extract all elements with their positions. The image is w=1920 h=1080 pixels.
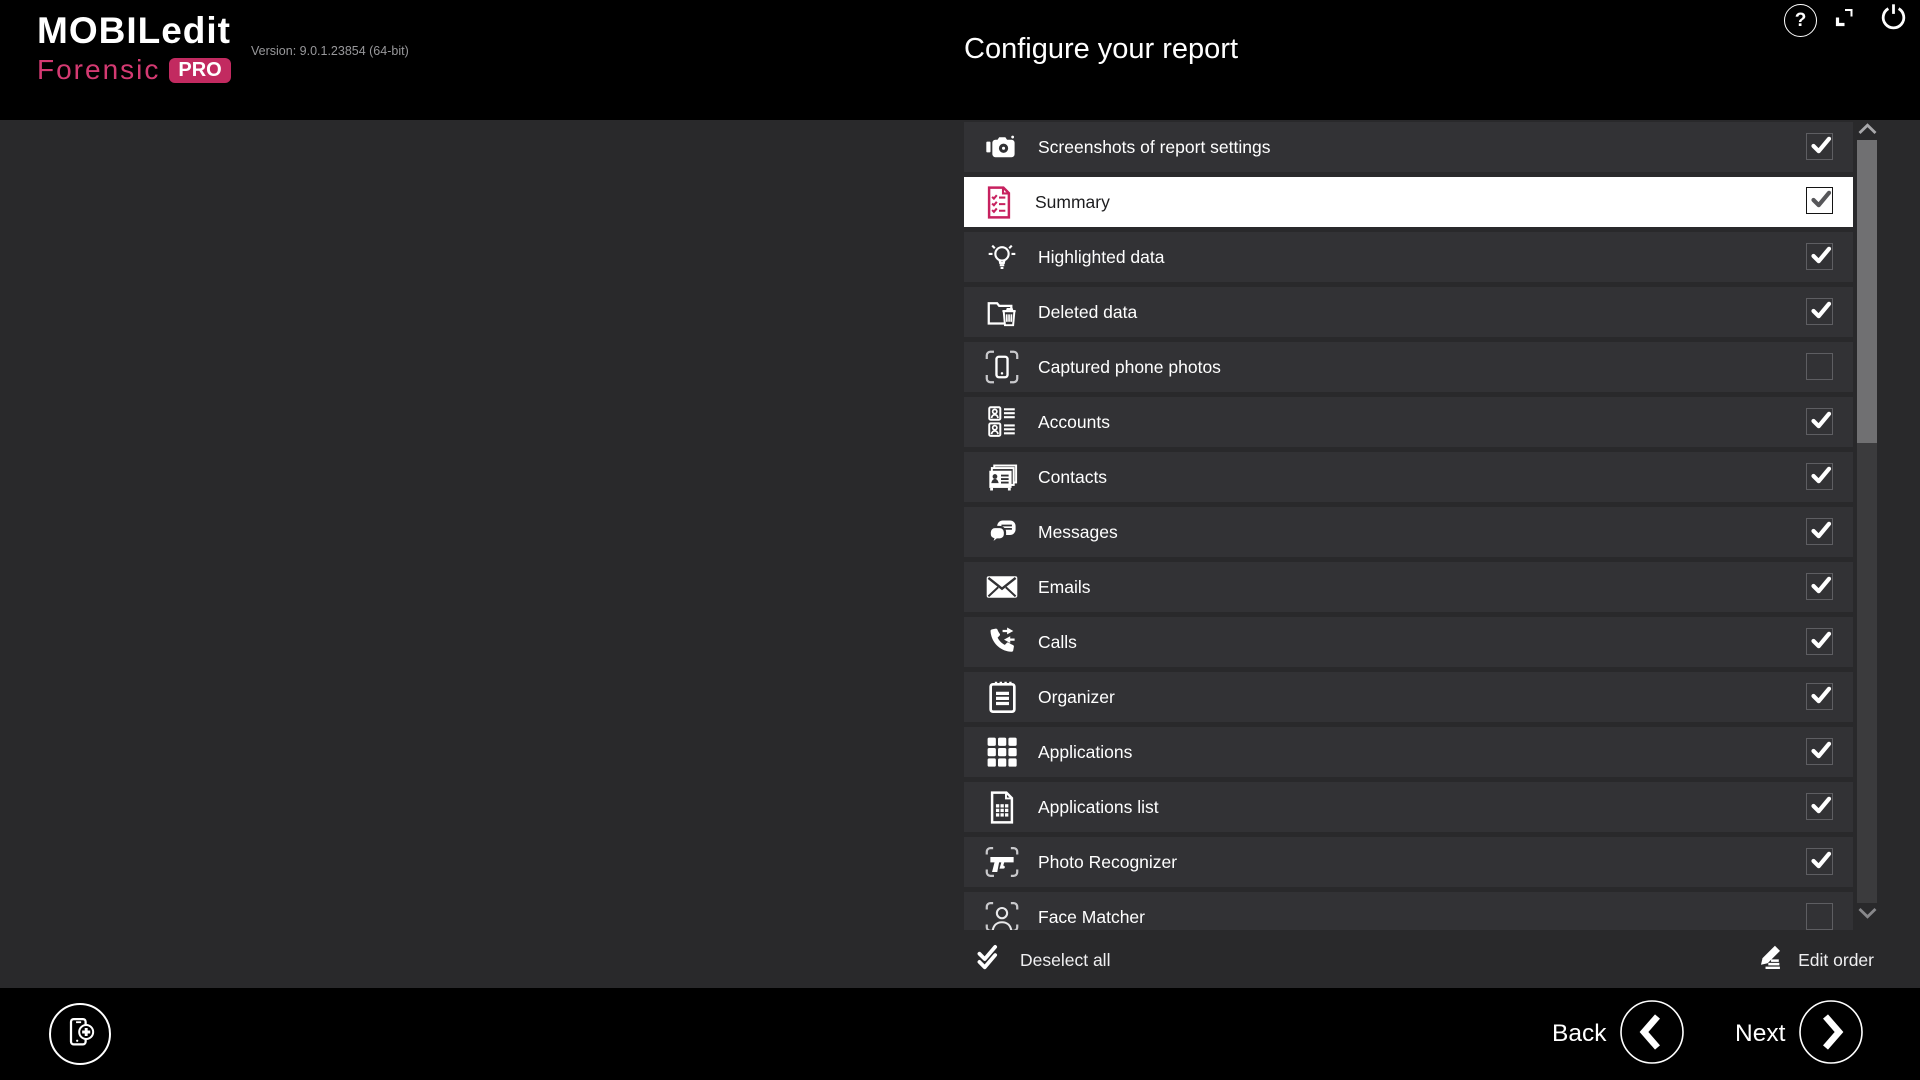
report-section-row[interactable]: Emails bbox=[964, 562, 1853, 612]
deleted-folder-icon bbox=[982, 297, 1022, 328]
report-section-row[interactable]: Applications bbox=[964, 727, 1853, 777]
edit-order-icon bbox=[1755, 943, 1786, 977]
camera-icon bbox=[982, 133, 1022, 161]
section-label: Highlighted data bbox=[1038, 247, 1164, 268]
section-label: Summary bbox=[1035, 192, 1110, 213]
section-checkbox[interactable] bbox=[1806, 738, 1833, 765]
scroll-up-button[interactable] bbox=[1857, 121, 1878, 141]
connect-phone-button[interactable] bbox=[49, 1003, 111, 1065]
report-section-row[interactable]: Organizer bbox=[964, 672, 1853, 722]
power-icon bbox=[1877, 1, 1910, 39]
next-label: Next bbox=[1735, 1020, 1785, 1048]
next-button[interactable]: Next bbox=[1735, 1001, 1864, 1067]
logo-subtitle: Forensic bbox=[37, 56, 160, 84]
section-checkbox[interactable] bbox=[1806, 133, 1833, 160]
section-checkbox[interactable] bbox=[1806, 518, 1833, 545]
section-checkbox[interactable] bbox=[1806, 187, 1833, 214]
pro-badge: PRO bbox=[169, 58, 230, 83]
header: MOBILedit Forensic PRO Version: 9.0.1.23… bbox=[0, 0, 1920, 120]
photo-recognizer-icon bbox=[982, 845, 1022, 879]
page-title: Configure your report bbox=[964, 33, 1238, 66]
section-label: Messages bbox=[1038, 522, 1118, 543]
section-checkbox[interactable] bbox=[1806, 848, 1833, 875]
section-checkbox[interactable] bbox=[1806, 408, 1833, 435]
main-area: Screenshots of report settings Summary Hig… bbox=[0, 120, 1920, 988]
section-checkbox[interactable] bbox=[1806, 353, 1833, 380]
back-label: Back bbox=[1552, 1020, 1606, 1048]
report-section-row[interactable]: Captured phone photos bbox=[964, 342, 1853, 392]
back-chevron-icon bbox=[1619, 999, 1685, 1070]
email-icon bbox=[982, 574, 1022, 600]
applications-list-icon bbox=[982, 791, 1022, 824]
help-button[interactable]: ? bbox=[1784, 4, 1817, 37]
logo-name: MOBILedit bbox=[37, 12, 231, 49]
section-label: Calls bbox=[1038, 632, 1077, 653]
mobiledit-window: MOBILedit Forensic PRO Version: 9.0.1.23… bbox=[0, 0, 1920, 1080]
contacts-icon bbox=[982, 462, 1022, 493]
section-checkbox[interactable] bbox=[1806, 298, 1833, 325]
summary-document-icon bbox=[979, 186, 1019, 219]
section-label: Applications bbox=[1038, 742, 1132, 763]
scrollbar-track[interactable] bbox=[1857, 140, 1877, 903]
back-button[interactable]: Back bbox=[1552, 1001, 1685, 1067]
power-button[interactable] bbox=[1877, 3, 1910, 36]
report-section-row[interactable]: Highlighted data bbox=[964, 232, 1853, 282]
section-label: Photo Recognizer bbox=[1038, 852, 1177, 873]
phone-plus-icon bbox=[62, 1014, 98, 1055]
report-section-row[interactable]: Summary bbox=[964, 177, 1853, 227]
report-section-row[interactable]: Screenshots of report settings bbox=[964, 122, 1853, 172]
section-label: Applications list bbox=[1038, 797, 1159, 818]
section-checkbox[interactable] bbox=[1806, 463, 1833, 490]
edit-order-label: Edit order bbox=[1798, 950, 1874, 971]
section-label: Accounts bbox=[1038, 412, 1110, 433]
section-label: Organizer bbox=[1038, 687, 1115, 708]
section-label: Screenshots of report settings bbox=[1038, 137, 1270, 158]
section-checkbox[interactable] bbox=[1806, 903, 1833, 930]
help-icon: ? bbox=[1795, 10, 1807, 32]
section-label: Contacts bbox=[1038, 467, 1107, 488]
report-section-row[interactable]: Applications list bbox=[964, 782, 1853, 832]
report-section-row[interactable]: Face Matcher bbox=[964, 892, 1853, 930]
calls-icon bbox=[982, 625, 1022, 659]
section-checkbox[interactable] bbox=[1806, 793, 1833, 820]
deselect-all-button[interactable]: Deselect all bbox=[975, 942, 1110, 978]
report-section-row[interactable]: Photo Recognizer bbox=[964, 837, 1853, 887]
section-label: Deleted data bbox=[1038, 302, 1137, 323]
app-logo: MOBILedit Forensic PRO bbox=[37, 12, 231, 84]
report-sections-list: Screenshots of report settings Summary Hig… bbox=[964, 122, 1856, 930]
restore-window-icon bbox=[1831, 4, 1858, 36]
edit-order-button[interactable]: Edit order bbox=[1755, 943, 1874, 977]
scroll-down-button[interactable] bbox=[1857, 906, 1878, 926]
accounts-icon bbox=[982, 405, 1022, 439]
report-section-row[interactable]: Accounts bbox=[964, 397, 1853, 447]
next-chevron-icon bbox=[1798, 999, 1864, 1070]
applications-grid-icon bbox=[982, 736, 1022, 768]
face-matcher-icon bbox=[982, 900, 1022, 930]
organizer-icon bbox=[982, 680, 1022, 714]
version-label: Version: 9.0.1.23854 (64-bit) bbox=[251, 44, 409, 58]
report-section-row[interactable]: Calls bbox=[964, 617, 1853, 667]
report-section-row[interactable]: Deleted data bbox=[964, 287, 1853, 337]
report-section-row[interactable]: Messages bbox=[964, 507, 1853, 557]
section-label: Face Matcher bbox=[1038, 907, 1145, 928]
deselect-all-label: Deselect all bbox=[1020, 950, 1110, 971]
captured-phone-icon bbox=[982, 349, 1022, 385]
scrollbar-thumb[interactable] bbox=[1857, 140, 1877, 443]
report-section-row[interactable]: Contacts bbox=[964, 452, 1853, 502]
section-checkbox[interactable] bbox=[1806, 628, 1833, 655]
footer: Back Next bbox=[0, 988, 1920, 1080]
section-label: Emails bbox=[1038, 577, 1091, 598]
lightbulb-icon bbox=[982, 240, 1022, 274]
section-checkbox[interactable] bbox=[1806, 243, 1833, 270]
restore-window-button[interactable] bbox=[1831, 6, 1858, 33]
section-label: Captured phone photos bbox=[1038, 357, 1221, 378]
double-check-icon bbox=[975, 942, 1006, 978]
section-checkbox[interactable] bbox=[1806, 573, 1833, 600]
messages-icon bbox=[982, 517, 1022, 547]
section-checkbox[interactable] bbox=[1806, 683, 1833, 710]
